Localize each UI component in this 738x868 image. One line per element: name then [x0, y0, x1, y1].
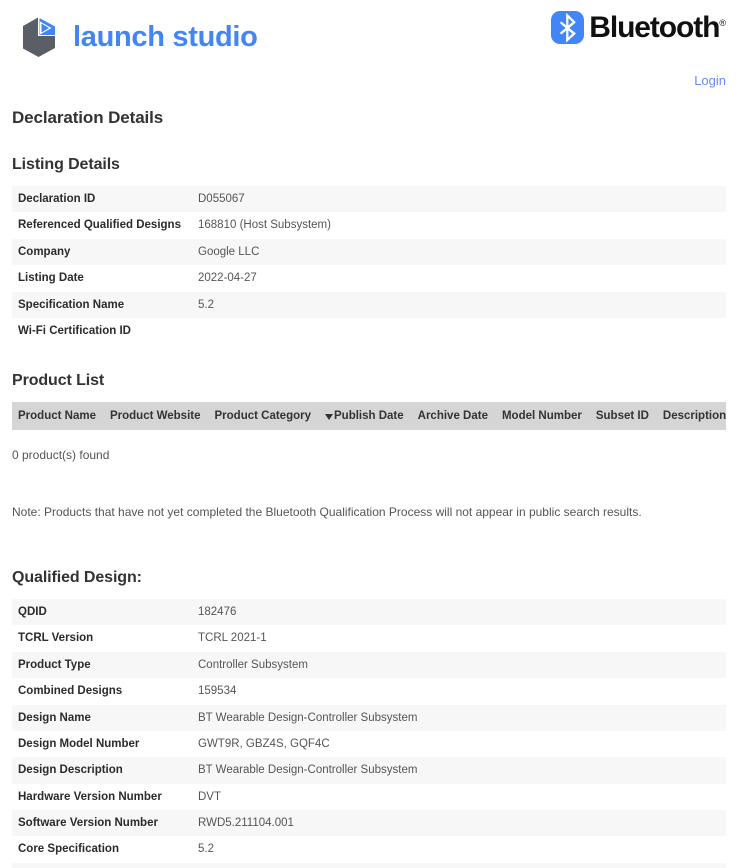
column-header-archive-date[interactable]: Archive Date [418, 410, 488, 422]
column-header-description[interactable]: Description [663, 410, 726, 422]
row-value [192, 317, 726, 345]
table-row: Wi-Fi Certification ID [12, 317, 726, 345]
table-row: Referenced Qualified Designs 168810 (Hos… [12, 212, 726, 239]
row-value: RWD5.211104.001 [192, 810, 726, 837]
row-label: Listing Date [12, 265, 192, 292]
row-value: 5.2 [192, 836, 726, 863]
row-value: DVT [192, 783, 726, 811]
bluetooth-logo: Bluetooth® [551, 11, 726, 44]
row-label: Product Type [12, 651, 192, 679]
main-content: Declaration Details Listing Details Decl… [0, 100, 738, 868]
table-row: Other References [12, 862, 726, 868]
product-list-heading: Product List [12, 372, 105, 390]
login-row: Login [694, 72, 726, 90]
row-label: QDID [12, 599, 192, 626]
row-label: Company [12, 238, 192, 266]
row-label: TCRL Version [12, 625, 192, 652]
table-row: Product Type Controller Subsystem [12, 651, 726, 679]
launch-studio-logo-icon [14, 12, 64, 62]
table-row: Design Name BT Wearable Design-Controlle… [12, 704, 726, 731]
row-label: Declaration ID [12, 186, 192, 213]
row-value: BT Wearable Design-Controller Subsystem [192, 757, 726, 784]
row-value: 5.2 [192, 291, 726, 318]
row-value: D055067 [192, 186, 726, 213]
column-header-label: Archive Date [417, 410, 488, 423]
brand-logo[interactable]: launch studio [14, 12, 258, 62]
column-header-label: Publish Date [334, 410, 404, 423]
row-value: GWT9R, GBZ4S, GQF4C [192, 730, 726, 758]
qualified-design-table: QDID 182476 TCRL Version TCRL 2021-1 Pro… [12, 599, 726, 868]
column-header-product-name[interactable]: Product Name [18, 410, 96, 422]
row-value: TCRL 2021-1 [192, 625, 726, 652]
row-value [192, 862, 726, 868]
table-row: QDID 182476 [12, 599, 726, 626]
column-header-publish-date[interactable]: Publish Date [325, 410, 404, 422]
row-value: Controller Subsystem [192, 651, 726, 679]
row-value: 182476 [192, 599, 726, 626]
sort-descending-caret-icon [325, 414, 333, 421]
row-label: Specification Name [12, 291, 192, 318]
row-label: Core Specification [12, 836, 192, 863]
table-row: TCRL Version TCRL 2021-1 [12, 625, 726, 652]
column-header-subset-id[interactable]: Subset ID [596, 410, 649, 422]
listing-details-table: Declaration ID D055067 Referenced Qualif… [12, 186, 726, 345]
column-header-label: Model Number [501, 410, 582, 423]
row-value: 159534 [192, 678, 726, 705]
table-row: Design Description BT Wearable Design-Co… [12, 757, 726, 784]
column-header-label: Product Name [18, 410, 96, 423]
table-row: Company Google LLC [12, 238, 726, 266]
row-label: Software Version Number [12, 810, 192, 837]
row-label: Referenced Qualified Designs [12, 212, 192, 239]
column-header-label: Product Website [109, 410, 201, 423]
table-row: Listing Date 2022-04-27 [12, 265, 726, 292]
column-header-model-number[interactable]: Model Number [502, 410, 582, 422]
page-root: launch studio Bluetooth® Login Declarati… [0, 0, 738, 868]
row-label: Wi-Fi Certification ID [12, 317, 192, 345]
site-header: launch studio Bluetooth® [0, 0, 738, 70]
row-label: Other References [12, 862, 192, 868]
page-title: Declaration Details [12, 108, 164, 127]
brand-name: launch studio [73, 20, 258, 53]
row-label: Design Name [12, 704, 192, 731]
column-header-label: Product Category [214, 410, 312, 423]
table-row: Combined Designs 159534 [12, 678, 726, 705]
column-header-label: Subset ID [595, 410, 649, 423]
listing-details-heading: Listing Details [12, 156, 120, 173]
qualified-design-heading: Qualified Design: [12, 569, 142, 587]
bluetooth-trademark-symbol: ® [719, 17, 726, 28]
column-header-product-website[interactable]: Product Website [110, 410, 201, 422]
column-header-label: Description [662, 410, 727, 423]
table-row: Specification Name 5.2 [12, 291, 726, 318]
row-value: Google LLC [192, 238, 726, 266]
table-row: Software Version Number RWD5.211104.001 [12, 810, 726, 837]
table-row: Design Model Number GWT9R, GBZ4S, GQF4C [12, 730, 726, 758]
bluetooth-wordmark-text: Bluetooth [589, 10, 720, 44]
row-label: Hardware Version Number [12, 783, 192, 811]
login-link[interactable]: Login [694, 73, 726, 88]
table-row: Core Specification 5.2 [12, 836, 726, 863]
product-list-note: Note: Products that have not yet complet… [12, 505, 642, 520]
table-row: Hardware Version Number DVT [12, 783, 726, 811]
row-label: Combined Designs [12, 678, 192, 705]
bluetooth-wordmark: Bluetooth® [589, 10, 726, 44]
bluetooth-rune-icon [551, 11, 585, 44]
row-value: BT Wearable Design-Controller Subsystem [192, 704, 726, 731]
row-value: 168810 (Host Subsystem) [192, 212, 726, 239]
row-value: 2022-04-27 [192, 265, 726, 292]
product-count-text: 0 product(s) found [12, 448, 110, 463]
table-row: Declaration ID D055067 [12, 186, 726, 213]
column-header-product-category[interactable]: Product Category [215, 410, 312, 422]
product-list-header-row: Product Name Product Website Product Cat… [12, 402, 726, 431]
row-label: Design Model Number [12, 730, 192, 758]
row-label: Design Description [12, 757, 192, 784]
